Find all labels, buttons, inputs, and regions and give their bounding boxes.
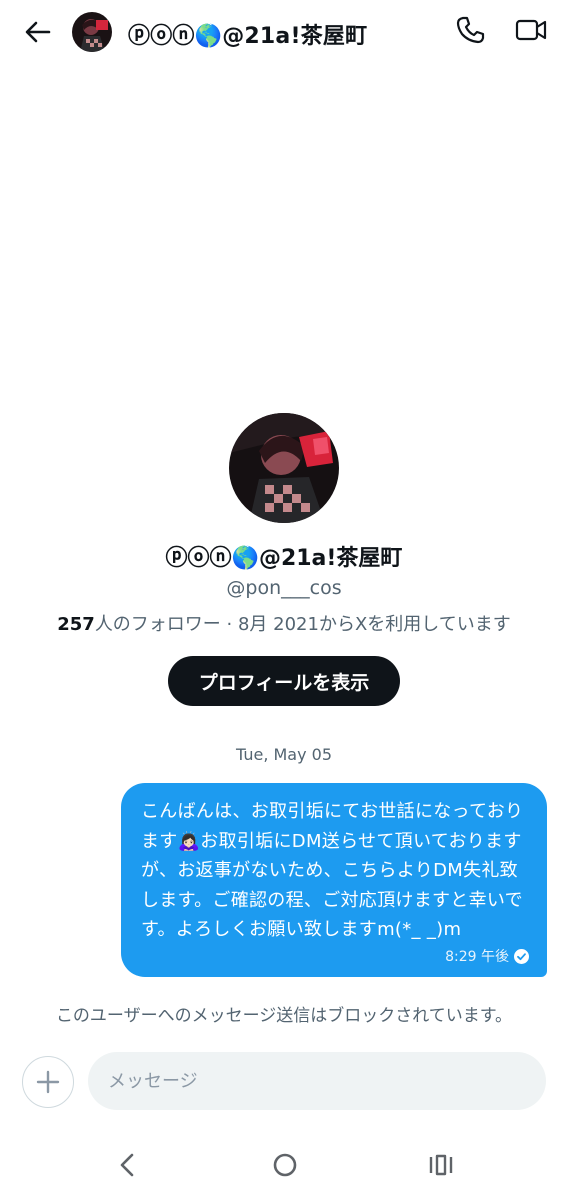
view-profile-button[interactable]: プロフィールを表示	[168, 656, 400, 706]
video-call-button[interactable]	[514, 14, 548, 46]
blocked-notice: このユーザーへのメッセージ送信はブロックされています。	[55, 1006, 513, 1026]
profile-avatar[interactable]	[229, 413, 339, 523]
profile-handle: @pon___cos	[226, 577, 342, 599]
message-meta: 8:29 午後	[445, 946, 529, 966]
profile-meta: 257人のフォロワー · 8月 2021からXを利用しています	[0, 610, 568, 636]
nav-recents-icon	[429, 1154, 453, 1176]
call-button[interactable]	[454, 14, 486, 46]
nav-back-icon	[120, 1153, 134, 1177]
back-button[interactable]	[22, 16, 54, 48]
message-time: 8:29 午後	[445, 949, 509, 965]
message-composer[interactable]	[88, 1052, 546, 1110]
video-icon	[515, 19, 547, 41]
date-separator: Tue, May 05	[235, 745, 333, 764]
plus-icon	[36, 1070, 60, 1094]
arrow-left-icon	[25, 21, 51, 43]
system-home-button[interactable]	[270, 1150, 300, 1180]
header-display-name[interactable]: ⓟⓞⓝ🌎@21a!茶屋町	[128, 18, 367, 50]
followers-count: 257	[57, 614, 95, 635]
phone-icon	[456, 16, 485, 44]
system-back-button[interactable]	[114, 1150, 142, 1180]
header-avatar[interactable]	[72, 12, 112, 52]
read-check-icon	[514, 948, 529, 964]
profile-avatar-image	[229, 413, 339, 523]
message-input[interactable]	[108, 1052, 528, 1110]
message-text: こんばんは、お取引垢にてお世話になっております🙇🏻‍♀️お取引垢にDM送らせて頂…	[141, 801, 524, 940]
conversation-header: ⓟⓞⓝ🌎@21a!茶屋町	[0, 0, 568, 64]
system-recents-button[interactable]	[426, 1150, 456, 1180]
nav-home-icon	[273, 1153, 297, 1177]
profile-display-name: ⓟⓞⓝ🌎@21a!茶屋町	[165, 546, 403, 571]
system-nav-bar	[0, 1130, 568, 1200]
profile-meta-text: 人のフォロワー · 8月 2021からXを利用しています	[94, 614, 511, 635]
message-bubble[interactable]: こんばんは、お取引垢にてお世話になっております🙇🏻‍♀️お取引垢にDM送らせて頂…	[121, 783, 547, 977]
add-attachment-button[interactable]	[22, 1056, 74, 1108]
avatar-image	[72, 12, 112, 52]
